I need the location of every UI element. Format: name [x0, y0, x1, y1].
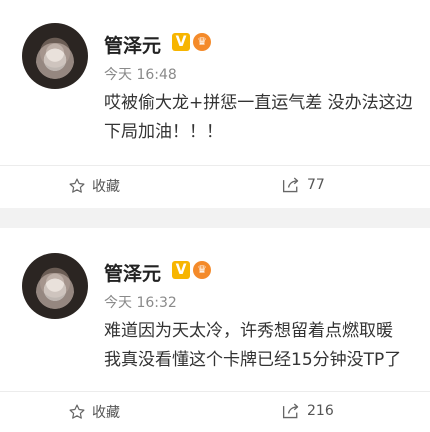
post-text-line: 哎被偷大龙+拼惩一直运气差 没办法这边: [104, 93, 413, 113]
author-name[interactable]: 管泽元: [104, 259, 161, 286]
forward-icon: [282, 177, 299, 193]
star-icon: [69, 404, 85, 419]
post-text[interactable]: 哎被偷大龙+拼惩一直运气差 没办法这边 下局加油！！！: [104, 89, 430, 147]
badges: V ♛: [172, 261, 211, 279]
forward-button[interactable]: 216: [281, 402, 334, 420]
action-bar: 收藏 216: [0, 391, 430, 432]
member-badge-icon: ♛: [193, 33, 211, 51]
post-text-line: 我真没看懂这个卡牌已经15分钟没TP了: [104, 350, 402, 370]
post-divider: [0, 208, 430, 228]
forward-button[interactable]: 77: [281, 176, 325, 194]
member-badge-icon: ♛: [193, 261, 211, 279]
favorite-label: 收藏: [92, 405, 120, 421]
verified-badge-icon: V: [172, 261, 190, 279]
author-name[interactable]: 管泽元: [104, 31, 161, 58]
star-icon: [69, 178, 85, 193]
post-text-line: 下局加油！！！: [104, 122, 223, 142]
avatar[interactable]: [22, 253, 88, 319]
forward-icon: [282, 403, 299, 419]
forward-count: 216: [307, 403, 334, 419]
post-card: 管泽元 V ♛ 今天 16:32 难道因为天太冷，许秀想留着点燃取暖 我真没看懂…: [0, 228, 430, 430]
post-time: 今天 16:48: [104, 67, 177, 83]
favorite-button[interactable]: 收藏: [68, 402, 120, 422]
post-card: 管泽元 V ♛ 今天 16:48 哎被偷大龙+拼惩一直运气差 没办法这边 下局加…: [0, 0, 430, 208]
favorite-button[interactable]: 收藏: [68, 176, 120, 196]
action-bar: 收藏 77: [0, 165, 430, 206]
favorite-label: 收藏: [92, 179, 120, 195]
verified-badge-icon: V: [172, 33, 190, 51]
post-text-line: 难道因为天太冷，许秀想留着点燃取暖: [104, 321, 393, 341]
forward-count: 77: [307, 177, 325, 193]
avatar[interactable]: [22, 23, 88, 89]
post-text[interactable]: 难道因为天太冷，许秀想留着点燃取暖 我真没看懂这个卡牌已经15分钟没TP了: [104, 317, 430, 375]
badges: V ♛: [172, 33, 211, 51]
post-time: 今天 16:32: [104, 295, 177, 311]
